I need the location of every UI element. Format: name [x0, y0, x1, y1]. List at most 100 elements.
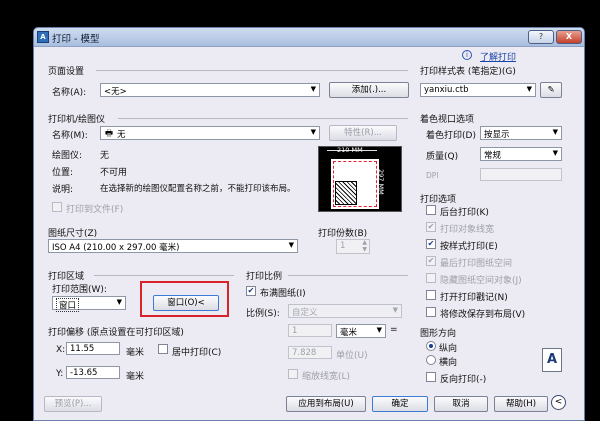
edit-style-button[interactable]: ✎ — [540, 82, 562, 98]
scale-label: 比例(S): — [246, 309, 280, 319]
printer-icon: 🖶 — [105, 129, 114, 139]
app-icon: A — [37, 31, 49, 43]
quality-label: 质量(Q) — [426, 152, 459, 162]
plot-style-table-value: yanxiu.ctb — [424, 85, 469, 95]
spinner-icon[interactable]: ▲ ▼ — [362, 239, 367, 253]
plot-option-checkbox[interactable] — [426, 273, 436, 283]
scale-combo[interactable]: 自定义 ▼ — [288, 304, 402, 318]
landscape-radio[interactable] — [426, 355, 436, 365]
scale-lineweights-checkbox[interactable] — [288, 369, 298, 379]
plot-style-table-heading: 打印样式表 (笔指定)(G) — [420, 67, 516, 77]
expand-collapse-icon[interactable]: < — [551, 395, 566, 410]
chevron-down-icon: ▼ — [376, 326, 382, 334]
chevron-down-icon: ▼ — [116, 298, 122, 306]
printer-properties-button[interactable]: 特性(R)... — [329, 125, 397, 141]
scale-unit-value: 毫米 — [340, 328, 358, 338]
quality-value: 常规 — [484, 151, 502, 161]
scale-denominator-input[interactable]: 7.828 — [288, 346, 332, 359]
quality-combo[interactable]: 常规 ▼ — [480, 147, 562, 161]
learn-about-printing-link[interactable]: 了解打印 — [480, 50, 516, 63]
print-dialog: A 打印 - 模型 ? X i 了解打印 页面设置 名称(A): <无> ▼ 添… — [33, 27, 585, 421]
window-title: 打印 - 模型 — [52, 34, 100, 45]
print-range-combo[interactable]: 窗口 ▼ — [52, 296, 126, 312]
location-value: 不可用 — [100, 168, 128, 178]
plot-option-checkbox[interactable]: ✔ — [426, 256, 436, 266]
orientation-preview-icon: A — [542, 348, 562, 372]
preview-button[interactable]: 预览(P)... — [44, 396, 102, 412]
paper-preview: 210 MM 297 MM — [318, 146, 402, 212]
ok-button[interactable]: 确定 — [372, 396, 428, 412]
center-plot-label: 居中打印(C) — [172, 348, 222, 358]
printable-area-outline — [333, 161, 377, 207]
preview-height-label: 297 MM — [377, 169, 385, 195]
offset-y-input[interactable]: -13.65 — [66, 366, 120, 379]
shade-plot-combo[interactable]: 按显示 ▼ — [480, 126, 562, 140]
chevron-down-icon: ▼ — [310, 128, 316, 136]
description-label: 说明: — [52, 185, 74, 195]
printer-name-combo[interactable]: 🖶 无 ▼ — [100, 126, 320, 140]
scale-numerator-input[interactable]: 1 — [288, 324, 332, 337]
shade-plot-value: 按显示 — [484, 130, 510, 140]
scale-denominator-value: 7.828 — [292, 348, 317, 358]
offset-x-label: X: — [56, 345, 66, 355]
page-setup-name-combo[interactable]: <无> ▼ — [100, 83, 320, 97]
paper-size-combo[interactable]: ISO A4 (210.00 x 297.00 毫米) ▼ — [48, 239, 298, 253]
offset-x-input[interactable]: 11.55 — [66, 342, 120, 355]
printer-heading: 打印机/绘图仪 — [48, 115, 106, 125]
printer-name-label: 名称(M): — [52, 131, 88, 141]
dpi-input[interactable] — [480, 168, 562, 181]
plotter-value: 无 — [100, 151, 110, 161]
page-setup-name-value: <无> — [104, 87, 127, 97]
plot-option-label: 最后打印图纸空间 — [440, 259, 513, 269]
chevron-down-icon: ▼ — [288, 241, 294, 249]
plot-scale-heading: 打印比例 — [246, 272, 283, 282]
cancel-button[interactable]: 取消 — [434, 396, 488, 412]
highlight-box — [140, 281, 229, 317]
fit-to-paper-label: 布满图纸(I) — [260, 289, 306, 299]
divider — [118, 118, 408, 119]
plot-option-label: 后台打印(K) — [440, 208, 489, 218]
divider — [94, 275, 234, 276]
scale-numerator-value: 1 — [292, 326, 298, 336]
paper-sheet — [331, 159, 379, 209]
scale-value: 自定义 — [292, 308, 318, 318]
plot-option-checkbox[interactable]: ✔ — [426, 239, 436, 249]
center-plot-checkbox[interactable] — [158, 344, 168, 354]
scale-unit-combo[interactable]: 毫米 ▼ — [336, 324, 386, 338]
landscape-label: 横向 — [439, 358, 458, 368]
offset-y-value: -13.65 — [70, 368, 98, 378]
help-title-button[interactable]: ? — [528, 30, 554, 44]
reverse-plot-checkbox[interactable] — [426, 372, 436, 382]
title-bar[interactable]: A 打印 - 模型 ? X — [34, 28, 584, 47]
portrait-radio[interactable] — [426, 341, 436, 351]
print-range-label: 打印范围(W): — [52, 285, 107, 295]
plot-option-label: 打开打印戳记(N) — [440, 293, 508, 303]
location-label: 位置: — [52, 168, 74, 178]
plot-option-checkbox[interactable] — [426, 205, 436, 215]
plot-option-checkbox[interactable] — [426, 307, 436, 317]
add-page-setup-button[interactable]: 添加(.)... — [329, 82, 409, 98]
print-to-file-checkbox[interactable] — [52, 202, 62, 212]
offset-y-unit: 毫米 — [126, 372, 145, 382]
divider — [288, 275, 408, 276]
plot-option-checkbox[interactable]: ✔ — [426, 222, 436, 232]
info-icon: i — [462, 50, 472, 60]
help-button[interactable]: 帮助(H) — [494, 396, 548, 412]
fit-to-paper-checkbox[interactable]: ✔ — [246, 286, 256, 296]
copies-input[interactable]: 1 ▲ ▼ — [336, 239, 370, 254]
print-range-value: 窗口 — [56, 298, 80, 312]
close-button[interactable]: X — [556, 30, 582, 44]
plot-option-checkbox[interactable] — [426, 290, 436, 300]
plot-offset-heading: 打印偏移 (原点设置在可打印区域) — [48, 328, 184, 338]
scale-lineweights-label: 缩放线宽(L) — [302, 372, 351, 382]
copies-value: 1 — [340, 241, 346, 251]
plot-option-label: 隐藏图纸空间对象(J) — [440, 276, 522, 286]
plot-option-label: 将修改保存到布局(V) — [440, 310, 526, 320]
plot-style-table-combo[interactable]: yanxiu.ctb ▼ — [420, 83, 536, 97]
paper-size-heading: 图纸尺寸(Z) — [48, 229, 98, 239]
apply-to-layout-button[interactable]: 应用到布局(U) — [286, 396, 366, 412]
dpi-label: DPI — [426, 171, 439, 180]
preview-width-label: 210 MM — [337, 146, 363, 154]
plot-option-label: 按样式打印(E) — [440, 242, 498, 252]
shade-plot-label: 着色打印(D) — [426, 131, 476, 141]
